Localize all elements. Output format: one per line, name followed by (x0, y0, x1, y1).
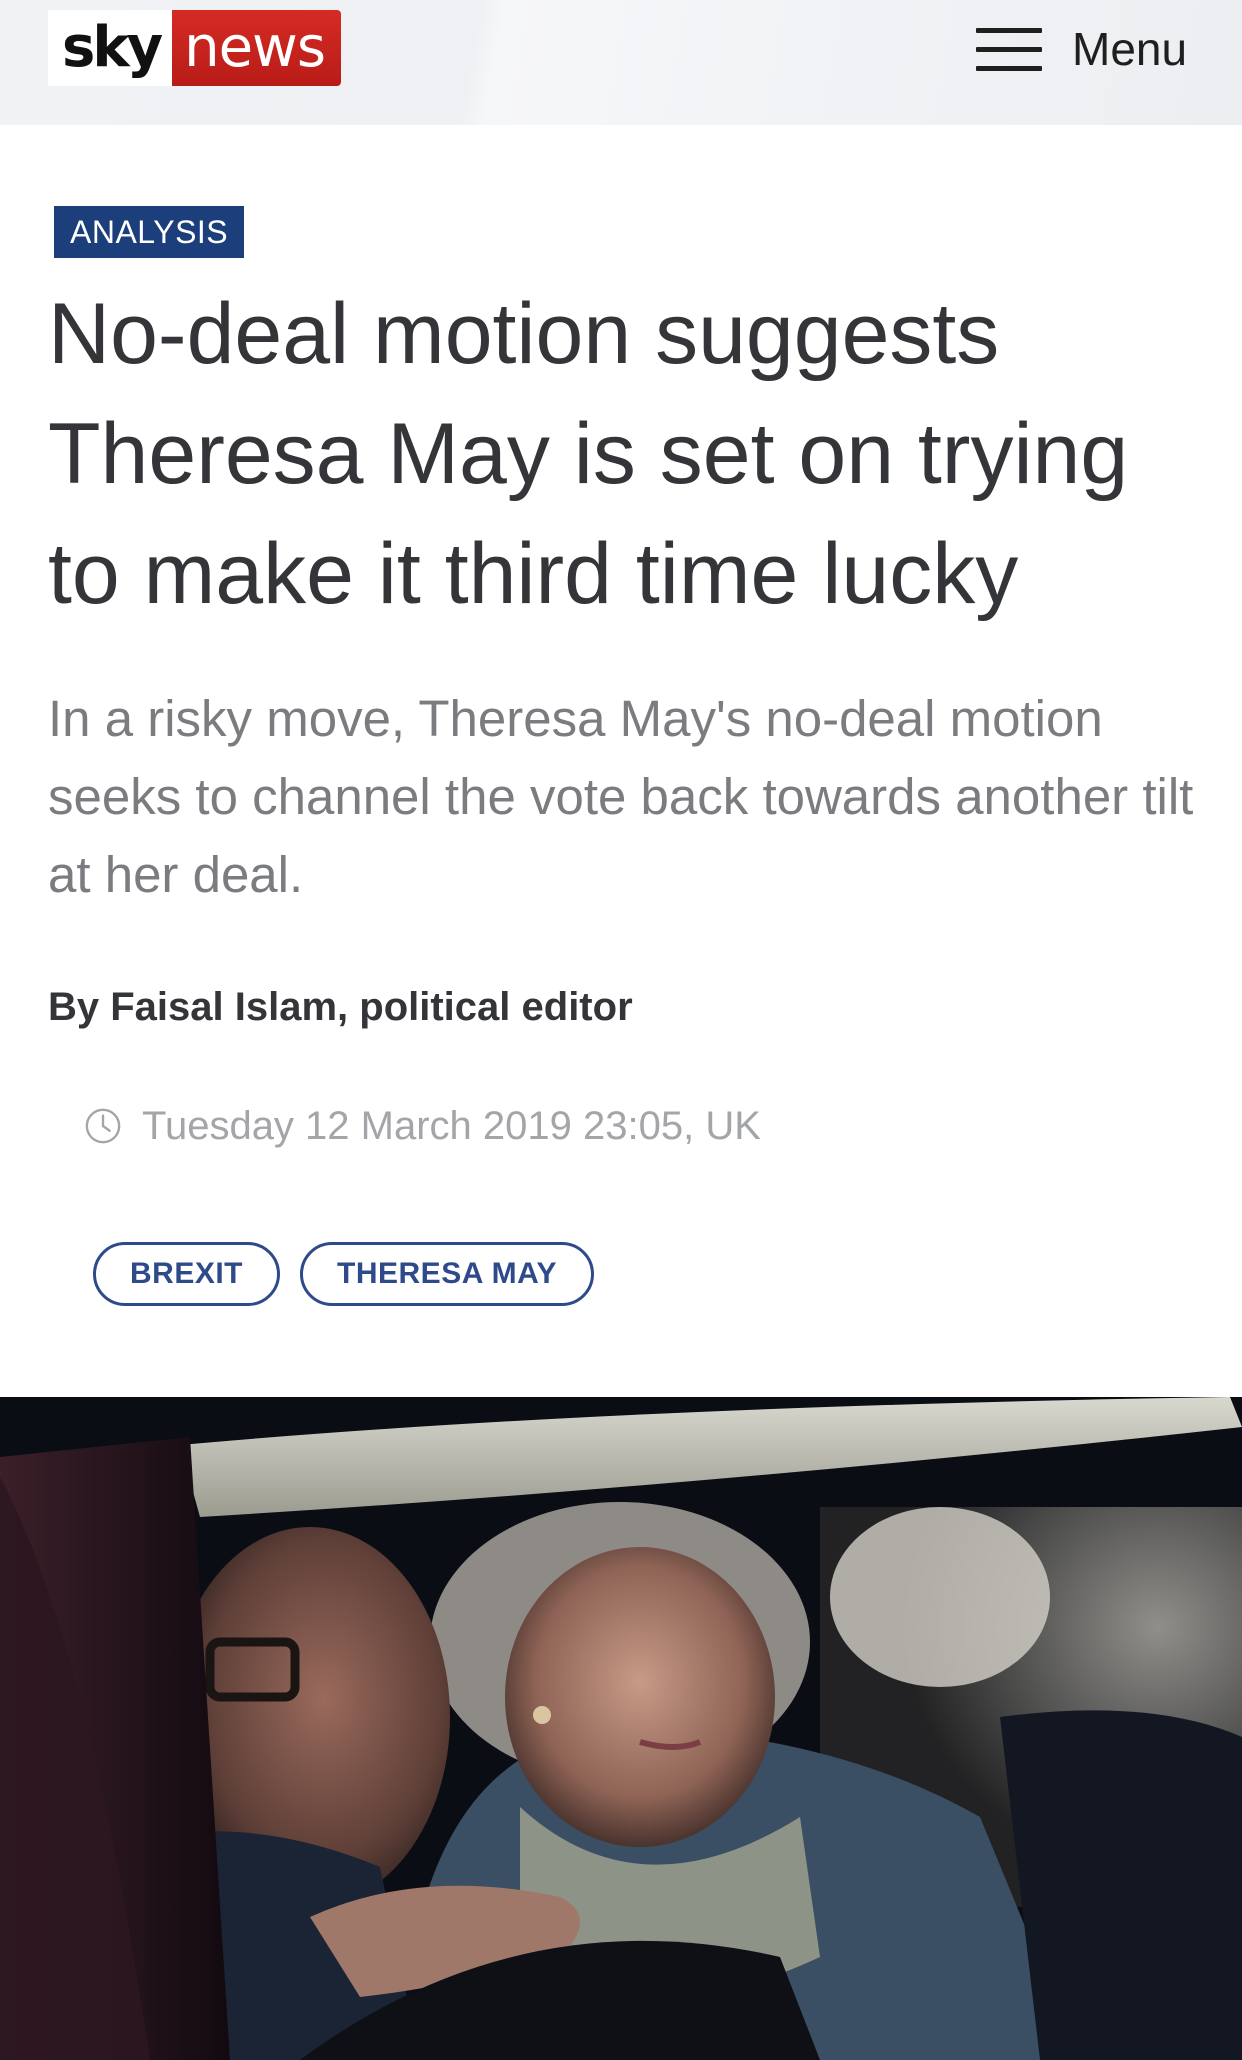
hero-photo (0, 1397, 1242, 2060)
article-page: sky news Menu ANALYSIS No-deal motion su… (0, 0, 1242, 2060)
tag-theresa-may[interactable]: THERESA MAY (300, 1242, 594, 1306)
timestamp-text: Tuesday 12 March 2019 23:05, UK (142, 1103, 761, 1148)
logo-news-text: news (172, 10, 341, 86)
menu-label: Menu (1072, 23, 1188, 75)
article-standfirst: In a risky move, Theresa May's no-deal m… (48, 690, 1194, 903)
tag-brexit[interactable]: BREXIT (93, 1242, 281, 1306)
menu-button[interactable]: Menu (976, 18, 1187, 80)
sky-news-logo[interactable]: sky news (48, 10, 341, 86)
photo-image (0, 1397, 1242, 2060)
article-byline: By Faisal Islam, political editor (48, 985, 633, 1029)
article-headline: No-deal motion suggests Theresa May is s… (48, 286, 1129, 622)
clock-icon (85, 1108, 121, 1144)
logo-sky-text: sky (48, 10, 173, 86)
article-timestamp: Tuesday 12 March 2019 23:05, UK (84, 1100, 761, 1152)
category-badge: ANALYSIS (54, 206, 245, 258)
hamburger-icon (976, 26, 1042, 72)
site-header: sky news Menu (0, 0, 1242, 125)
topic-tags: BREXIT THERESA MAY (93, 1242, 594, 1306)
